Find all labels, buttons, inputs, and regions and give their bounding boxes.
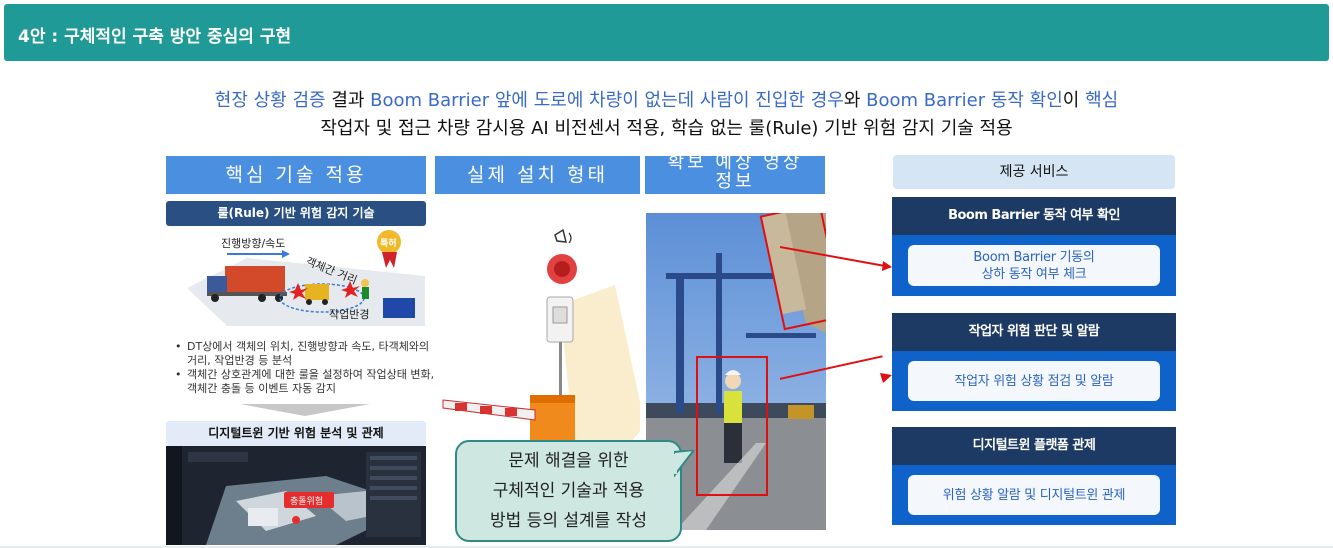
label-direction: 진행방향/속도 — [221, 237, 285, 250]
bullet-item: DT상에서 객체의 위치, 진행방향과 속도, 타객체와의 거리, 작업반경 등… — [175, 340, 435, 367]
connector-arrows — [780, 246, 892, 383]
service-body-dt: 위험 상황 알람 및 디지털트윈 관제 — [892, 465, 1176, 525]
rule-section-title: 룰(Rule) 기반 위험 감지 기술 — [166, 201, 426, 226]
dt-section-title: 디지털트윈 기반 위험 분석 및 관제 — [166, 421, 426, 446]
intro-highlight-verify: 현장 상황 검증 — [214, 90, 326, 111]
intro-text: 와 — [843, 90, 867, 111]
rule-bullets: DT상에서 객체의 위치, 진행방향과 속도, 타객체와의 거리, 작업반경 등… — [175, 340, 435, 396]
intro-highlight-core: 핵심 — [1085, 90, 1119, 111]
service-header-dt: 디지털트윈 플랫폼 관제 — [892, 427, 1176, 465]
service-text: 상하 동작 여부 체크 — [981, 266, 1087, 282]
service-body-worker: 작업자 위험 상황 점검 및 알람 — [892, 351, 1176, 411]
service-text: 위험 상황 알람 및 디지털트윈 관제 — [942, 487, 1126, 503]
digital-twin-screenshot: 충돌위험 — [166, 446, 426, 545]
intro-text: 결과 — [325, 90, 371, 111]
service-header-worker: 작업자 위험 판단 및 알람 — [892, 313, 1176, 351]
patent-badge: 특허 — [380, 237, 397, 249]
callout-box: 문제 해결을 위한 구체적인 기술과 적용 방법 등의 설계를 작성 — [455, 440, 682, 542]
intro-line-2: 작업자 및 접근 차량 감시용 AI 비전센서 적용, 학습 없는 룰(Rule… — [320, 118, 1013, 139]
column-title-service: 제공 서비스 — [893, 155, 1175, 189]
video-title-line-2: 정보 — [715, 171, 755, 192]
down-arrow-icon — [240, 404, 370, 416]
service-body-barrier: Boom Barrier 기동의 상하 동작 여부 체크 — [892, 235, 1176, 296]
callout-pointer — [674, 450, 696, 478]
video-title-line-1: 확보 예상 영상 — [667, 152, 803, 173]
title-banner: 4안 : 구체적인 구축 방안 중심의 구현 — [4, 4, 1329, 61]
callout-line: 구체적인 기술과 적용 — [492, 481, 645, 501]
label-radius: 작업반경 — [329, 308, 369, 321]
column-title-video: 확보 예상 영상 정보 — [645, 152, 825, 194]
service-text: Boom Barrier 기동의 — [973, 249, 1095, 265]
collision-alert: 충돌위험 — [290, 496, 323, 507]
intro-text: 이 — [1062, 90, 1086, 111]
intro-line-1: 현장 상황 검증 결과 Boom Barrier 앞에 도로에 차량이 없는데 … — [0, 86, 1333, 112]
rule-illustration: 진행방향/속도 객체간 거리 작업반경 특허 — [187, 230, 425, 326]
column-title-install: 실제 설치 형태 — [435, 156, 640, 194]
bullet-item: 객체간 상호관계에 대한 룰을 설정하여 작업상태 변화, 객체간 충돌 등 이… — [175, 368, 435, 395]
intro-highlight-barrier: Boom Barrier 동작 확인 — [866, 90, 1063, 111]
service-header-barrier: Boom Barrier 동작 여부 확인 — [892, 197, 1176, 235]
alarm-icon — [547, 228, 577, 284]
callout-line: 방법 등의 설계를 작성 — [490, 511, 647, 531]
service-text: 작업자 위험 상황 점검 및 알람 — [954, 373, 1114, 389]
page-title: 4안 : 구체적인 구축 방안 중심의 구현 — [18, 27, 292, 47]
callout-line: 문제 해결을 위한 — [508, 451, 629, 471]
column-title-core: 핵심 기술 적용 — [166, 156, 426, 194]
intro-highlight-case: Boom Barrier 앞에 도로에 차량이 없는데 사람이 진입한 경우 — [370, 90, 844, 111]
